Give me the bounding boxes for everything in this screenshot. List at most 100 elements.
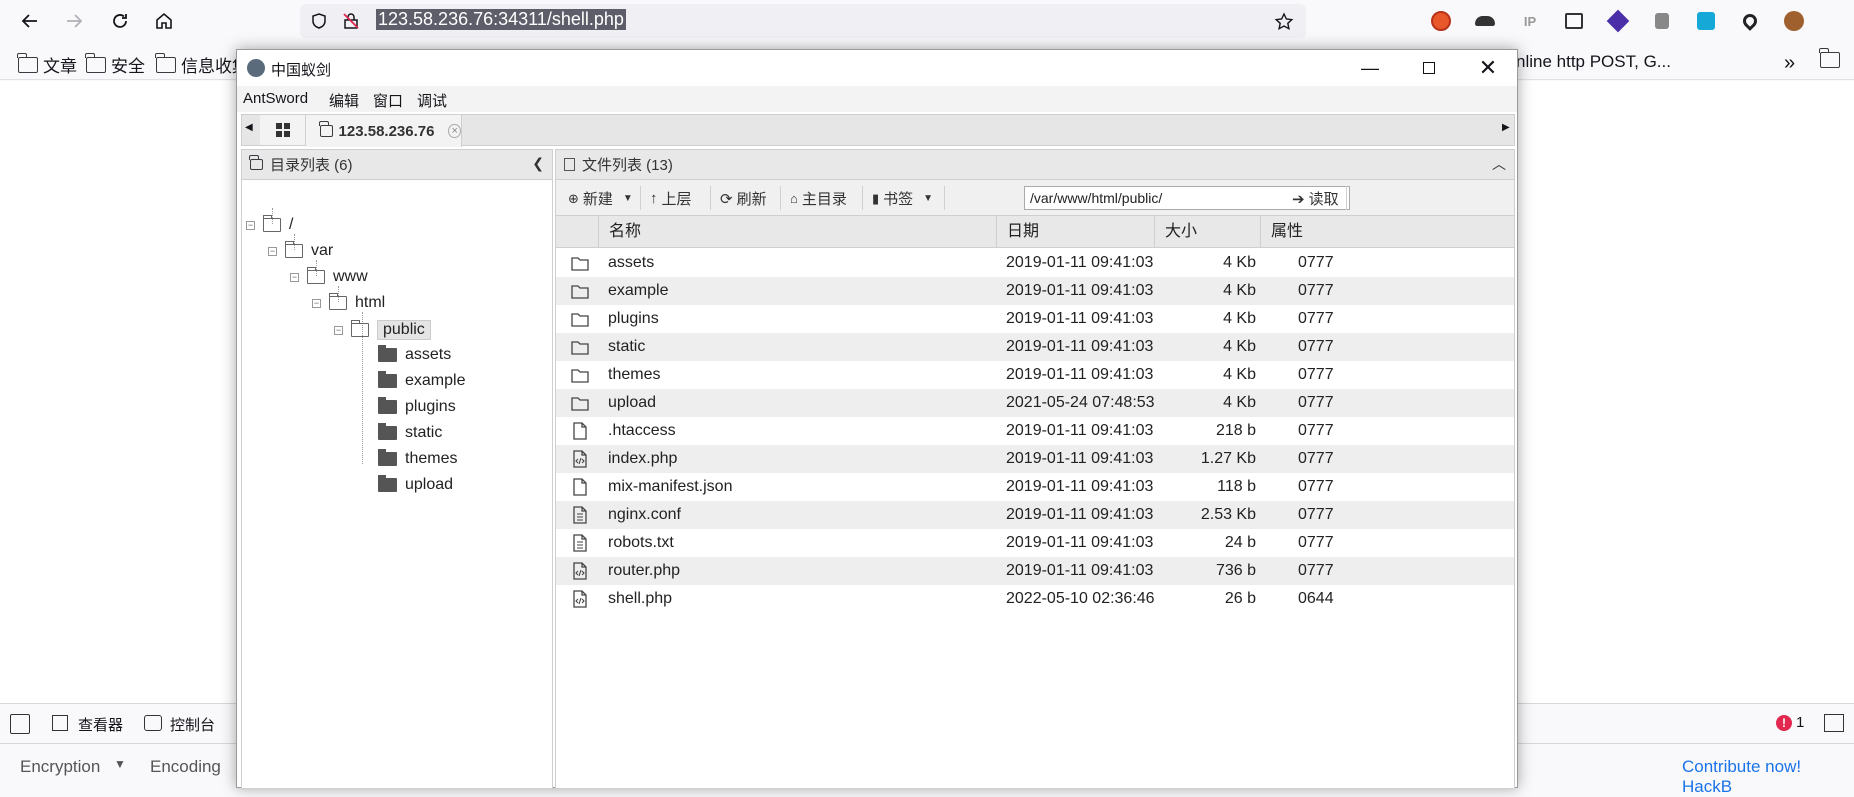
text-file-icon (570, 533, 587, 553)
file-row[interactable]: index.php 2019-01-11 09:41:03 1.27 Kb 0777 (556, 445, 1514, 473)
folder-icon (378, 345, 397, 362)
close-button[interactable]: ✕ (1475, 55, 1501, 81)
menu-edit[interactable]: 编辑 (329, 90, 359, 111)
menu-debug[interactable]: 调试 (417, 90, 447, 111)
file-row[interactable]: upload 2021-05-24 07:48:53 4 Kb 0777 (556, 389, 1514, 417)
reload-button[interactable] (104, 6, 136, 36)
hat-icon[interactable] (1473, 9, 1497, 33)
translate-icon[interactable] (1562, 9, 1586, 33)
folder-icon (319, 121, 333, 137)
tab-scroll-right-icon[interactable]: ▶ (1502, 122, 1510, 133)
column-date[interactable]: 日期 (996, 216, 1154, 248)
file-row[interactable]: assets 2019-01-11 09:41:03 4 Kb 0777 (556, 249, 1514, 277)
bookmark-star-icon[interactable] (1274, 12, 1294, 32)
file-size: 4 Kb (1223, 282, 1256, 299)
bookmark-button[interactable]: ▮ 书签 ▼ (872, 188, 933, 209)
collapse-chevron-left-icon[interactable]: ❮ (532, 155, 544, 172)
file-row[interactable]: router.php 2019-01-11 09:41:03 736 b 0777 (556, 557, 1514, 585)
dock-icon[interactable] (1824, 714, 1844, 732)
tree-node-child[interactable]: example (378, 371, 465, 390)
tab-host[interactable]: 123.58.236.76 × (306, 115, 462, 147)
file-row[interactable]: plugins 2019-01-11 09:41:03 4 Kb 0777 (556, 305, 1514, 333)
column-attr[interactable]: 属性 (1260, 216, 1516, 248)
folder-open-icon (262, 215, 281, 232)
file-row[interactable]: mix-manifest.json 2019-01-11 09:41:03 118 … (556, 473, 1514, 501)
console-icon (144, 715, 162, 731)
menu-antsword[interactable]: AntSword (243, 90, 308, 107)
file-name: shell.php (608, 590, 673, 607)
tree-node-child[interactable]: static (378, 423, 442, 442)
file-size: 218 b (1215, 422, 1256, 439)
forward-button[interactable] (58, 6, 90, 36)
tab-home-grid[interactable] (260, 115, 306, 145)
location-pin-icon[interactable] (1738, 9, 1762, 33)
file-row[interactable]: themes 2019-01-11 09:41:03 4 Kb 0777 (556, 361, 1514, 389)
bookmark-item[interactable]: nline http POST, G... (1516, 52, 1671, 72)
puzzle-icon[interactable] (1650, 9, 1674, 33)
cookie-icon[interactable] (1782, 9, 1806, 33)
tab-inspector[interactable]: 查看器 (78, 714, 123, 735)
insecure-lock-icon[interactable] (342, 12, 360, 30)
home-button[interactable] (148, 6, 180, 36)
file-row[interactable]: robots.txt 2019-01-11 09:41:03 24 b 0777 (556, 529, 1514, 557)
tree-node-child[interactable]: plugins (378, 397, 456, 416)
read-button[interactable]: ➔ 读取 (1292, 188, 1339, 209)
folder-icon (1819, 48, 1840, 68)
column-size[interactable]: 大小 (1154, 216, 1260, 248)
element-picker-icon[interactable] (10, 714, 30, 734)
maximize-button[interactable] (1416, 55, 1442, 81)
file-attr: 0777 (1298, 562, 1334, 579)
column-name[interactable]: 名称 (598, 216, 996, 248)
noscript-icon[interactable] (1429, 9, 1453, 33)
home-dir-button[interactable]: ⌂ 主目录 (790, 188, 847, 209)
file-size: 24 b (1224, 534, 1256, 551)
tab-console[interactable]: 控制台 (170, 714, 215, 735)
folder-icon (378, 475, 397, 492)
file-attr: 0777 (1298, 282, 1334, 299)
menu-window[interactable]: 窗口 (373, 90, 403, 111)
browser-toolbar: 123.58.236.76:34311/shell.php IP (0, 0, 1854, 42)
file-row[interactable]: nginx.conf 2019-01-11 09:41:03 2.53 Kb 0777 (556, 501, 1514, 529)
tab-scroll-left-icon[interactable]: ◀ (245, 122, 253, 133)
bookmark-folder[interactable] (1819, 48, 1840, 68)
file-row[interactable]: shell.php 2022-05-10 02:36:46 26 b 0644 (556, 585, 1514, 613)
collapse-chevron-up-icon[interactable]: ︿ (1492, 154, 1506, 174)
tree-node-www[interactable]: − www (290, 267, 368, 286)
file-row[interactable]: static 2019-01-11 09:41:03 4 Kb 0777 (556, 333, 1514, 361)
file-name: nginx.conf (608, 506, 681, 523)
wappalyzer-icon[interactable] (1606, 9, 1630, 33)
tree-node-child[interactable]: themes (378, 449, 457, 468)
cube-icon[interactable] (1694, 9, 1718, 33)
file-size: 2.53 Kb (1200, 506, 1256, 523)
home-icon (156, 12, 172, 29)
bookmark-folder[interactable]: 安全 (85, 52, 145, 77)
url-text[interactable]: 123.58.236.76:34311/shell.php (376, 9, 626, 30)
tree-node-root[interactable]: − / (246, 215, 293, 234)
file-date: 2022-05-10 02:36:46 (1006, 590, 1155, 607)
more-bookmarks-chevron-icon[interactable]: » (1784, 52, 1795, 75)
up-button[interactable]: ↑ 上层 (650, 188, 692, 209)
tree-node-var[interactable]: − var (268, 241, 333, 260)
back-button[interactable] (14, 6, 46, 36)
folder-icon (570, 393, 589, 413)
tree-node-html[interactable]: − html (312, 293, 385, 312)
minimize-button[interactable]: — (1357, 55, 1383, 81)
file-date: 2019-01-11 09:41:03 (1006, 338, 1154, 355)
tree-node-child[interactable]: upload (378, 475, 453, 494)
folder-icon (17, 52, 38, 73)
encoding-dropdown[interactable]: Encoding (150, 757, 221, 777)
encryption-dropdown[interactable]: Encryption (20, 757, 100, 777)
contribute-link[interactable]: Contribute now! HackB (1682, 757, 1854, 797)
ip-extension-icon[interactable]: IP (1518, 9, 1542, 33)
file-row[interactable]: example 2019-01-11 09:41:03 4 Kb 0777 (556, 277, 1514, 305)
caret-down-icon: ▼ (923, 193, 934, 204)
new-button[interactable]: ⊕ 新建 ▼ (568, 188, 633, 209)
tab-close-icon[interactable]: × (448, 124, 461, 138)
refresh-button[interactable]: ⟳ 刷新 (720, 188, 767, 209)
file-row[interactable]: .htaccess 2019-01-11 09:41:03 218 b 0777 (556, 417, 1514, 445)
tree-node-public[interactable]: − public (334, 320, 431, 340)
bookmark-folder[interactable]: 文章 (17, 52, 77, 77)
error-icon[interactable]: ! (1776, 715, 1792, 731)
tree-node-child[interactable]: assets (378, 345, 451, 364)
file-table-header: 名称 日期 大小 属性 (556, 216, 1514, 248)
